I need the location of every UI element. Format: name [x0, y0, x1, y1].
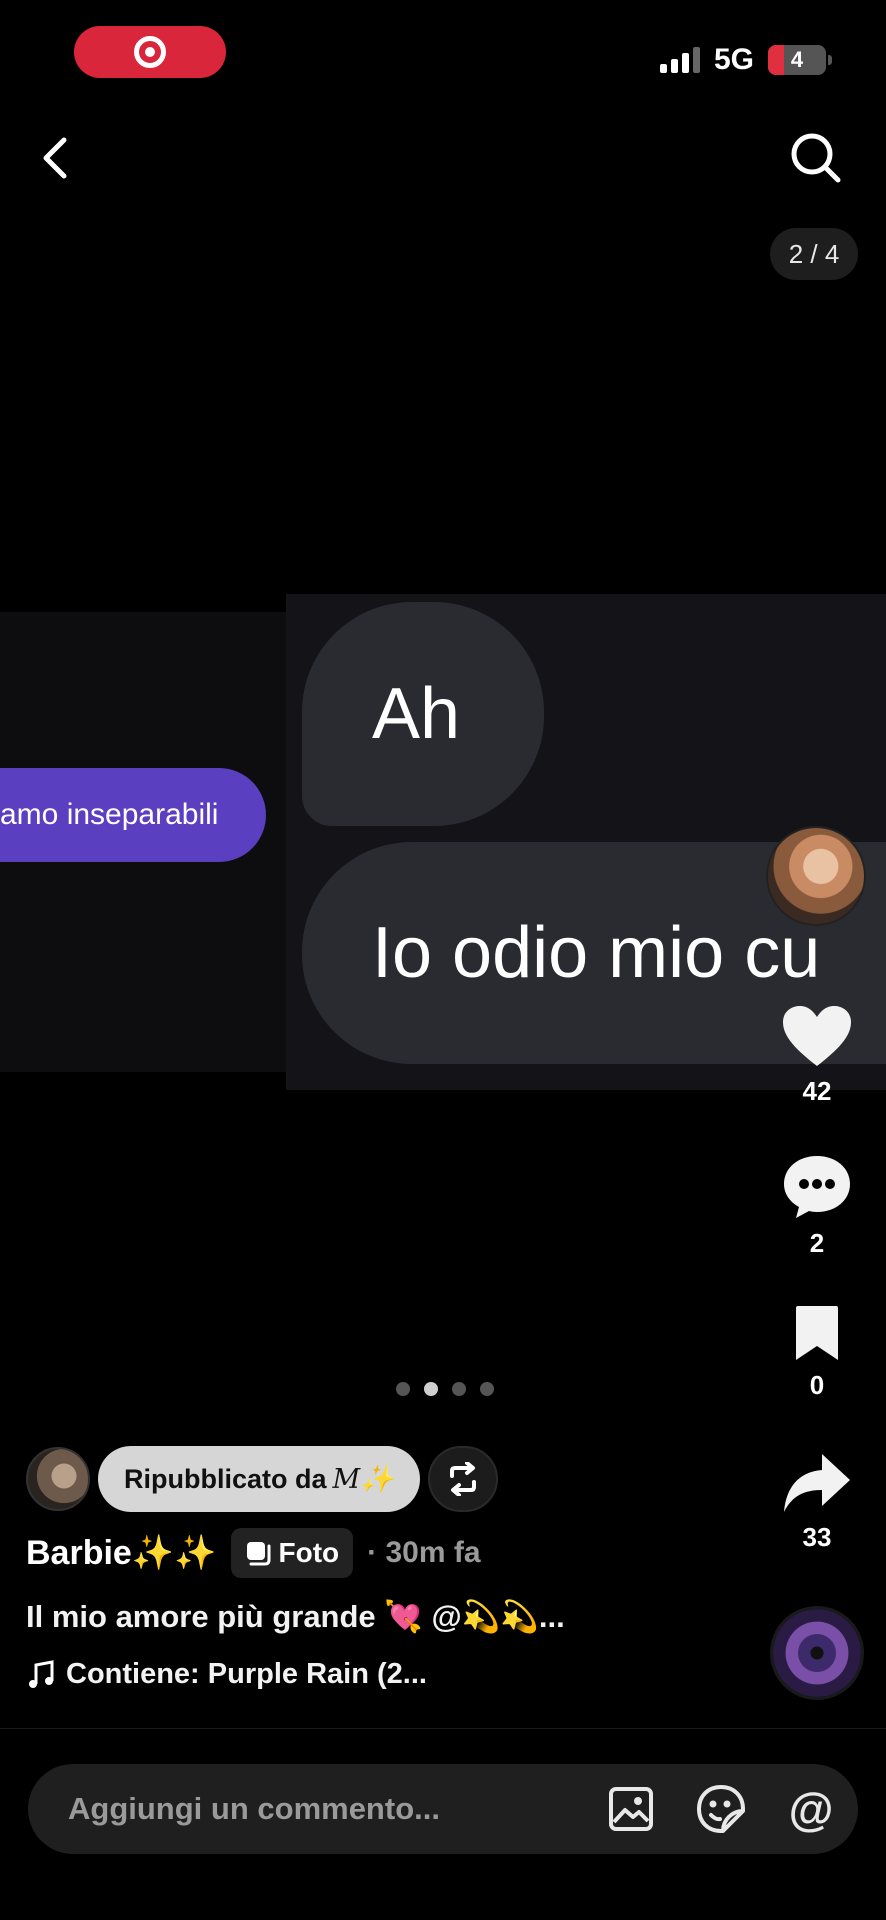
status-bar-right: 5G 4: [659, 40, 832, 80]
save-count: 0: [809, 1370, 825, 1400]
carousel-dot: [396, 1382, 410, 1396]
share-button[interactable]: 33: [776, 1452, 858, 1553]
search-button[interactable]: [788, 130, 844, 186]
mention-button[interactable]: @: [780, 1778, 842, 1840]
repost-row: Ripubblicato da 𝑀✨: [26, 1446, 498, 1512]
chat-bubble-purple: amo inseparabili: [0, 768, 266, 862]
music-title: Contiene: Purple Rain (2...: [66, 1658, 427, 1690]
chevron-left-icon: [43, 137, 67, 179]
repost-badge[interactable]: Ripubblicato da 𝑀✨: [98, 1446, 420, 1512]
music-note-icon: [29, 1659, 54, 1688]
carousel-dot: [480, 1382, 494, 1396]
like-button[interactable]: 42: [776, 1004, 858, 1107]
repost-icon: [449, 1462, 476, 1496]
screen-recording-indicator[interactable]: [74, 26, 226, 78]
image-attach-button[interactable]: [600, 1778, 662, 1840]
page-indicator: 2 / 4: [770, 228, 858, 280]
divider: [0, 1728, 886, 1729]
music-row[interactable]: Contiene: Purple Rain (2...: [26, 1658, 427, 1691]
repost-button[interactable]: [427, 1446, 498, 1512]
comment-bubble-icon: [784, 1156, 850, 1218]
photo-stack-icon: [246, 1542, 270, 1566]
search-icon: [791, 133, 841, 183]
photo-type-tag: Foto: [230, 1528, 354, 1578]
share-count: 33: [802, 1522, 832, 1552]
sticker-smile-icon: [697, 1785, 745, 1833]
signal-icon: [659, 47, 700, 73]
post-time: · 30m fa: [367, 1536, 481, 1569]
carousel-dots: [396, 1382, 494, 1396]
image-icon: [609, 1787, 653, 1831]
image-panel-left: amo inseparabili: [0, 612, 286, 1072]
comment-count: 2: [809, 1228, 825, 1258]
comment-bar: @: [28, 1764, 858, 1854]
heart-icon: [783, 1006, 851, 1066]
repost-label: Ripubblicato da: [124, 1463, 327, 1494]
share-arrow-icon: [784, 1454, 850, 1512]
repost-username: 𝑀✨: [332, 1464, 394, 1495]
post-image[interactable]: amo inseparabili Ah Io odio mio cu: [0, 594, 886, 1090]
chat-bubble-ah: Ah: [302, 602, 544, 826]
comment-input[interactable]: [68, 1791, 572, 1827]
author-avatar[interactable]: [766, 826, 866, 926]
battery-icon: 4: [768, 45, 832, 75]
carousel-dot: [452, 1382, 466, 1396]
reposter-avatar[interactable]: [26, 1447, 90, 1511]
at-icon: @: [788, 1783, 834, 1835]
save-button[interactable]: 0: [776, 1304, 858, 1401]
comment-button[interactable]: 2: [776, 1154, 858, 1259]
bookmark-icon: [796, 1306, 838, 1360]
album-cover[interactable]: [770, 1606, 864, 1700]
record-icon: [134, 36, 166, 68]
back-button[interactable]: [34, 132, 78, 184]
network-label: 5G: [713, 43, 754, 76]
post-caption[interactable]: Il mio amore più grande 💘 @💫💫...: [26, 1598, 565, 1635]
sticker-button[interactable]: [690, 1778, 752, 1840]
author-name[interactable]: Barbie✨✨: [26, 1533, 217, 1573]
author-row: Barbie✨✨ Foto · 30m fa: [26, 1528, 481, 1578]
battery-level: 4: [790, 47, 804, 72]
carousel-dot-active: [424, 1382, 438, 1396]
photo-type-label: Foto: [278, 1537, 340, 1568]
like-count: 42: [802, 1076, 832, 1106]
